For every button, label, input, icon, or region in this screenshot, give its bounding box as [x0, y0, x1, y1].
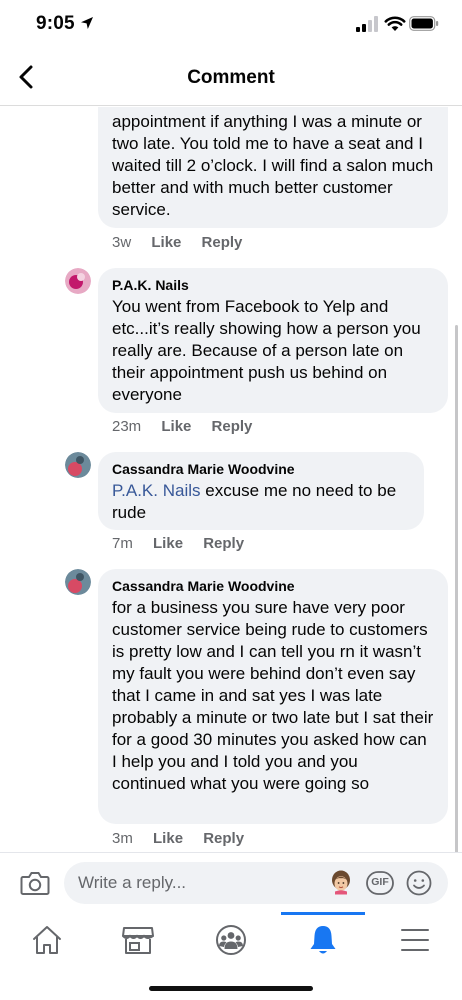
reply-composer: Write a reply... GIF [0, 852, 462, 912]
wifi-icon [384, 16, 406, 31]
comment-text: appointment if anything I was a minute o… [112, 112, 434, 219]
comment-bubble[interactable]: appointment if anything I was a minute o… [98, 107, 448, 228]
comment-bubble[interactable]: P.A.K. Nails You went from Facebook to Y… [98, 268, 448, 413]
emoji-icon[interactable] [406, 870, 432, 896]
comment-bubble[interactable]: Cassandra Marie Woodvine P.A.K. Nails ex… [98, 452, 424, 530]
cellular-signal-icon [356, 16, 378, 32]
location-arrow-icon [81, 17, 93, 29]
comment-author[interactable]: Cassandra Marie Woodvine [112, 460, 410, 478]
menu-icon[interactable] [395, 922, 435, 958]
avatar[interactable] [65, 268, 91, 294]
active-tab-indicator [281, 912, 365, 915]
comment-meta: 3w Like Reply [112, 234, 242, 251]
home-indicator[interactable] [149, 986, 313, 991]
comment-thread[interactable]: appointment if anything I was a minute o… [0, 107, 462, 852]
mention-link[interactable]: P.A.K. Nails [112, 481, 201, 500]
comment-time: 23m [112, 418, 142, 435]
groups-icon[interactable] [211, 922, 251, 958]
page-title: Comment [187, 67, 275, 88]
avatar-image-icon [65, 452, 91, 478]
scrollbar[interactable] [455, 325, 458, 852]
like-button[interactable]: Like [153, 535, 183, 552]
comment-time: 3w [112, 234, 132, 251]
bell-icon[interactable] [303, 922, 343, 958]
camera-icon[interactable] [20, 870, 50, 896]
comment-text: P.A.K. Nails excuse me no need to be rud… [112, 480, 410, 524]
home-icon[interactable] [27, 922, 67, 958]
bottom-tab-bar [0, 912, 462, 1000]
avatar[interactable] [65, 452, 91, 478]
comment-time: 3m [112, 830, 133, 847]
avatar-image-icon [65, 268, 91, 294]
reply-button[interactable]: Reply [212, 418, 253, 435]
battery-icon [409, 16, 439, 31]
reply-button[interactable]: Reply [203, 830, 244, 847]
comment-text: for a business you sure have very poor c… [112, 598, 434, 793]
like-button[interactable]: Like [161, 418, 191, 435]
comment-text: You went from Facebook to Yelp and etc..… [112, 297, 421, 404]
reply-button[interactable]: Reply [203, 535, 244, 552]
store-icon[interactable] [118, 922, 158, 958]
status-time: 9:05 [36, 13, 75, 34]
reply-placeholder: Write a reply... [78, 873, 187, 892]
comment-meta: 23m Like Reply [112, 418, 252, 435]
gif-button[interactable]: GIF [366, 871, 394, 895]
like-button[interactable]: Like [153, 830, 183, 847]
nav-header: Comment [0, 50, 462, 106]
like-button[interactable]: Like [151, 234, 181, 251]
gif-label: GIF [371, 876, 389, 888]
avatar-sticker-icon[interactable] [328, 870, 354, 896]
comment-author[interactable]: P.A.K. Nails [112, 276, 434, 294]
avatar-image-icon [65, 569, 91, 595]
comment-meta: 7m Like Reply [112, 535, 244, 552]
reply-button[interactable]: Reply [202, 234, 243, 251]
comment-meta: 3m Like Reply [112, 830, 244, 847]
avatar[interactable] [65, 569, 91, 595]
comment-time: 7m [112, 535, 133, 552]
status-bar: 9:05 [0, 0, 462, 50]
comment-author[interactable]: Cassandra Marie Woodvine [112, 577, 434, 595]
reply-input[interactable]: Write a reply... GIF [64, 862, 448, 904]
comment-bubble[interactable]: Cassandra Marie Woodvine for a business … [98, 569, 448, 824]
